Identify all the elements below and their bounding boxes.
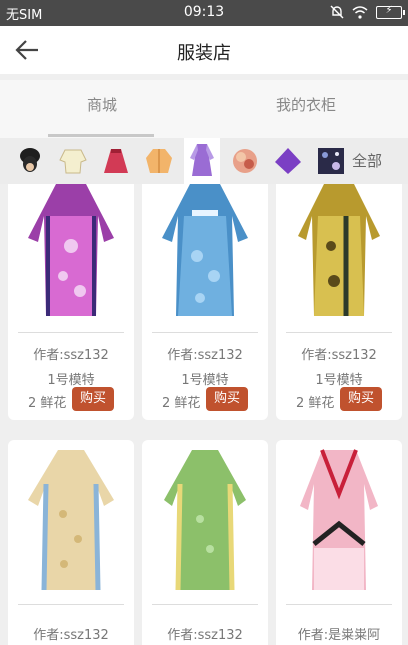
product-model: 1号模特 (181, 373, 229, 388)
garment-image (162, 184, 248, 316)
card-divider (18, 332, 124, 333)
garment-image (28, 450, 114, 590)
product-card[interactable]: 作者:ssz132 (8, 440, 134, 645)
garment-image (28, 184, 114, 316)
robe-icon (146, 149, 172, 173)
card-divider (18, 604, 124, 605)
product-price: 2 鲜花 (28, 396, 67, 411)
battery-icon: ⚡ (376, 5, 405, 19)
category-dress[interactable] (184, 138, 220, 184)
category-flower[interactable] (227, 142, 263, 180)
product-card[interactable]: 作者:ssz132 1号模特 2 鲜花 购买 (8, 184, 134, 420)
flower-icon (233, 149, 257, 173)
product-card[interactable]: 作者:是粜粜阿 (276, 440, 402, 645)
active-tab-indicator (48, 134, 154, 137)
pattern-icon (318, 148, 344, 174)
tab-shop[interactable]: 商城 (0, 80, 204, 138)
buy-button[interactable]: 购买 (340, 387, 382, 411)
product-author: 作者:ssz132 (301, 348, 377, 363)
garment-image (300, 449, 378, 590)
garment-image (164, 450, 246, 590)
cape-icon (275, 148, 301, 174)
card-divider (286, 332, 392, 333)
card-divider (152, 604, 258, 605)
card-divider (152, 332, 258, 333)
buy-button[interactable]: 购买 (72, 387, 114, 411)
category-pattern[interactable] (313, 142, 349, 180)
garment-image (298, 184, 380, 316)
tab-bar: 商城 我的衣柜 (0, 80, 408, 138)
product-card[interactable]: 作者:ssz132 1号模特 2 鲜花 购买 (142, 184, 268, 420)
wifi-icon (352, 5, 368, 19)
product-model: 1号模特 (315, 373, 363, 388)
product-model: 1号模特 (47, 373, 95, 388)
product-grid: 作者:ssz132 1号模特 2 鲜花 购买 作者:ssz132 1号模特 2 … (0, 184, 408, 645)
card-divider (286, 604, 392, 605)
product-card[interactable]: 作者:ssz132 (142, 440, 268, 645)
skirt-icon (104, 149, 128, 173)
category-robe[interactable] (141, 142, 177, 180)
category-all[interactable]: 全部 (352, 150, 382, 171)
notifications-off-icon (330, 5, 344, 19)
product-author: 作者:ssz132 (167, 348, 243, 363)
product-author: 作者:ssz132 (33, 628, 109, 643)
product-card[interactable]: 作者:ssz132 1号模特 2 鲜花 购买 (276, 184, 402, 420)
page-title: 服装店 (177, 43, 231, 64)
category-cape[interactable] (270, 142, 306, 180)
dress-icon (190, 144, 214, 176)
app-bar: 服装店 (0, 26, 408, 74)
category-strip: 全部 (0, 138, 408, 184)
top-icon (59, 149, 87, 174)
product-author: 作者:ssz132 (33, 348, 109, 363)
status-icons: ⚡ (330, 5, 405, 19)
product-price: 2 鲜花 (162, 396, 201, 411)
product-author: 作者:ssz132 (167, 628, 243, 643)
buy-button[interactable]: 购买 (206, 387, 248, 411)
product-author: 作者:是粜粜阿 (297, 628, 381, 643)
category-skirt[interactable] (98, 142, 134, 180)
product-price: 2 鲜花 (296, 396, 335, 411)
tab-wardrobe[interactable]: 我的衣柜 (204, 80, 408, 138)
category-top[interactable] (55, 142, 91, 180)
hair-bun-icon (20, 148, 40, 172)
category-hair[interactable] (12, 142, 48, 180)
status-bar: 无SIM 09:13 ⚡ (0, 0, 408, 26)
